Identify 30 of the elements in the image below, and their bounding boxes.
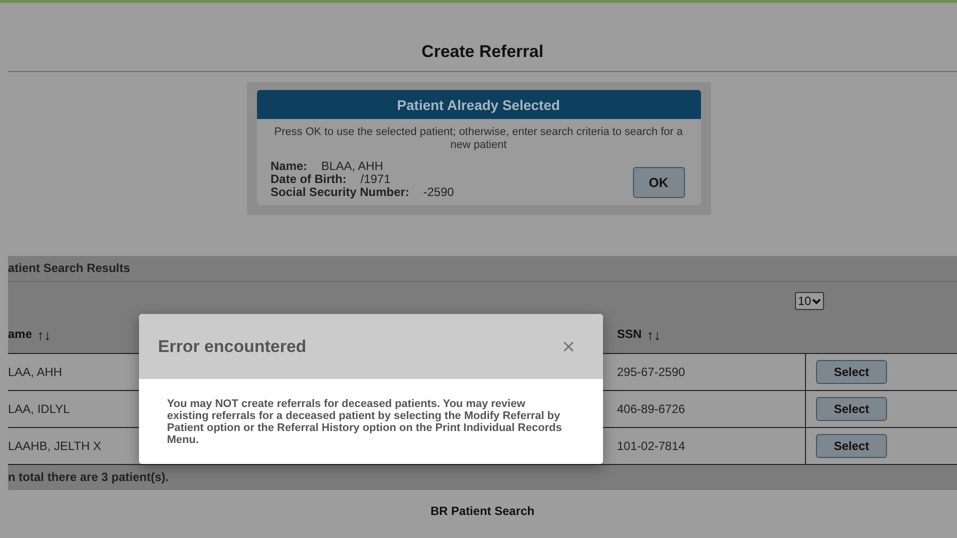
dialog-message: You may NOT create referrals for deceased patients. You may review existing referrals for a deceased patient by selecting the Modify Referral by Patient option or the Referral History option on the Print Individual Records Menu. <box>166 397 563 448</box>
field-value: BLAA, AHH <box>321 160 384 173</box>
select-button[interactable]: Select <box>816 360 887 384</box>
field-value: -2590 <box>423 186 454 199</box>
ok-button[interactable]: OK <box>632 167 684 198</box>
table-cell-text: 101-02-7814 <box>616 439 686 453</box>
card-message: Press OK to use the selected patient; otherwise, enter search criteria to search for a new patient <box>273 126 684 152</box>
sort-icon: ↑↓ <box>646 327 661 343</box>
field-value: /1971 <box>360 173 391 186</box>
page-size-select[interactable]: 10 <box>794 292 824 310</box>
table-cell: LAA, AHH <box>8 365 62 379</box>
page-title: Create Referral <box>422 42 544 62</box>
table-cell-text: 295-67-2590 <box>616 365 686 379</box>
total-count: n total there are 3 patient(s). <box>8 465 957 490</box>
select-button[interactable]: Select <box>816 397 887 421</box>
close-button[interactable]: × <box>558 334 579 360</box>
section-header: atient Search Results <box>8 256 957 282</box>
table-cell-text: 406-89-6726 <box>616 402 686 416</box>
column-header[interactable]: SSN ↑↓ <box>612 327 805 343</box>
table-cell: LAA, IDLYL <box>8 402 70 416</box>
card-title: Patient Already Selected <box>256 90 700 119</box>
select-button[interactable]: Select <box>816 434 887 458</box>
chevron-down-icon <box>812 298 822 304</box>
section-title: BR Patient Search <box>429 504 536 518</box>
sort-icon: ↑↓ <box>37 327 52 343</box>
field-label: Date of Birth: <box>270 173 346 186</box>
field-label: Name: <box>270 160 308 173</box>
table-cell: LAAHB, JELTH X <box>8 439 102 453</box>
dialog-title: Error encountered <box>158 336 306 356</box>
field-label: Social Security Number: <box>270 186 410 199</box>
